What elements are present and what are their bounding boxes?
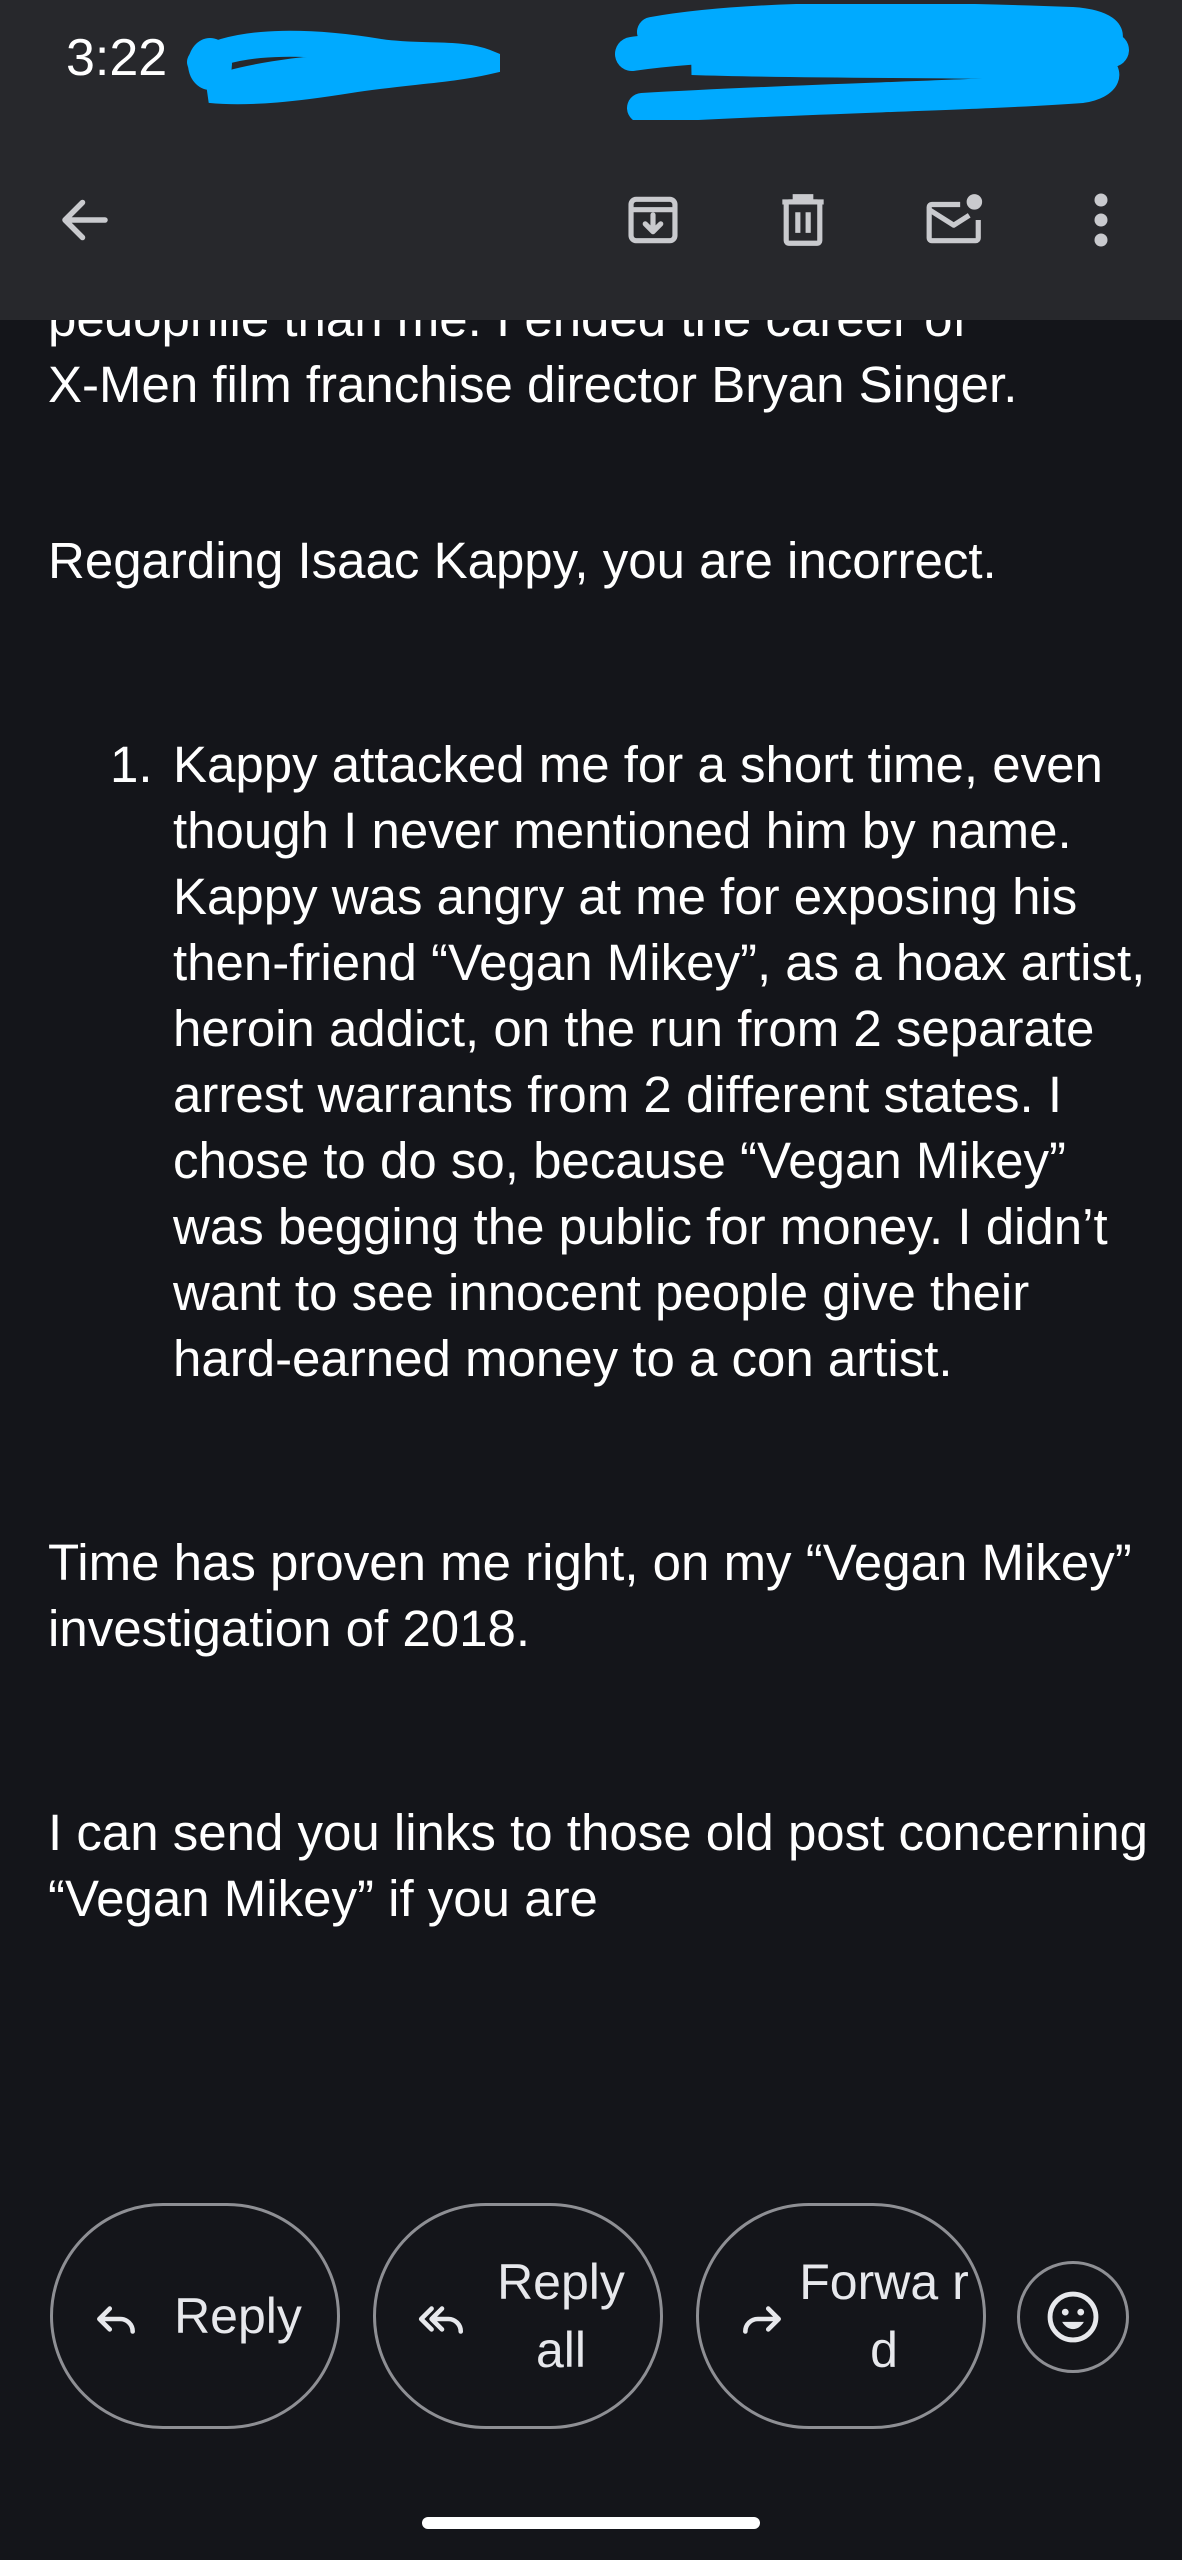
partial-line: pedophile than me. I ended the career of: [48, 320, 1158, 352]
email-content: pedophile than me. I ended the career of…: [48, 320, 1158, 1932]
reply-all-label: Reply all: [497, 2254, 625, 2378]
app-bar: [0, 120, 1182, 320]
archive-button[interactable]: [598, 165, 708, 275]
reply-all-button[interactable]: Reply all: [373, 2203, 663, 2429]
status-bar: 3:22: [0, 0, 1182, 120]
list-item: 1. Kappy attacked me for a short time, e…: [48, 732, 1158, 1392]
emoji-reaction-button[interactable]: [1017, 2261, 1129, 2373]
forward-button[interactable]: Forwa rd: [696, 2203, 986, 2429]
reply-label: Reply: [174, 2288, 302, 2344]
paragraph: I can send you links to those old post c…: [48, 1804, 1149, 1927]
archive-icon: [628, 196, 678, 244]
email-body: pedophile than me. I ended the career of…: [0, 320, 1182, 2140]
redaction-scribble-right: [615, 4, 1129, 120]
trash-icon: [782, 194, 824, 246]
status-time: 3:22: [66, 29, 168, 87]
more-options-button[interactable]: [1046, 165, 1156, 275]
paragraph: Time has proven me right, on my “Vegan M…: [48, 1534, 1132, 1657]
delete-button[interactable]: [748, 165, 858, 275]
reply-button[interactable]: Reply: [50, 2203, 340, 2429]
more-vert-icon: [1094, 193, 1108, 247]
back-button[interactable]: [30, 165, 140, 275]
forward-icon: [743, 2306, 781, 2334]
arrow-back-icon: [62, 199, 108, 241]
mark-unread-button[interactable]: [900, 165, 1010, 275]
paragraph: X-Men film franchise director Bryan Sing…: [48, 356, 1018, 413]
home-indicator[interactable]: [422, 2517, 760, 2529]
list-item-text: Kappy attacked me for a short time, even…: [173, 736, 1146, 1387]
redaction-scribble-left: [187, 30, 500, 105]
list-item-number: 1.: [110, 736, 153, 793]
paragraph: Regarding Isaac Kappy, you are incorrect…: [48, 532, 997, 589]
reply-icon: [97, 2306, 135, 2334]
emoji-icon: [1047, 2291, 1099, 2343]
mail-unread-icon: [926, 194, 983, 244]
reply-all-icon: [418, 2306, 464, 2334]
forward-label: Forwa rd: [799, 2254, 969, 2378]
